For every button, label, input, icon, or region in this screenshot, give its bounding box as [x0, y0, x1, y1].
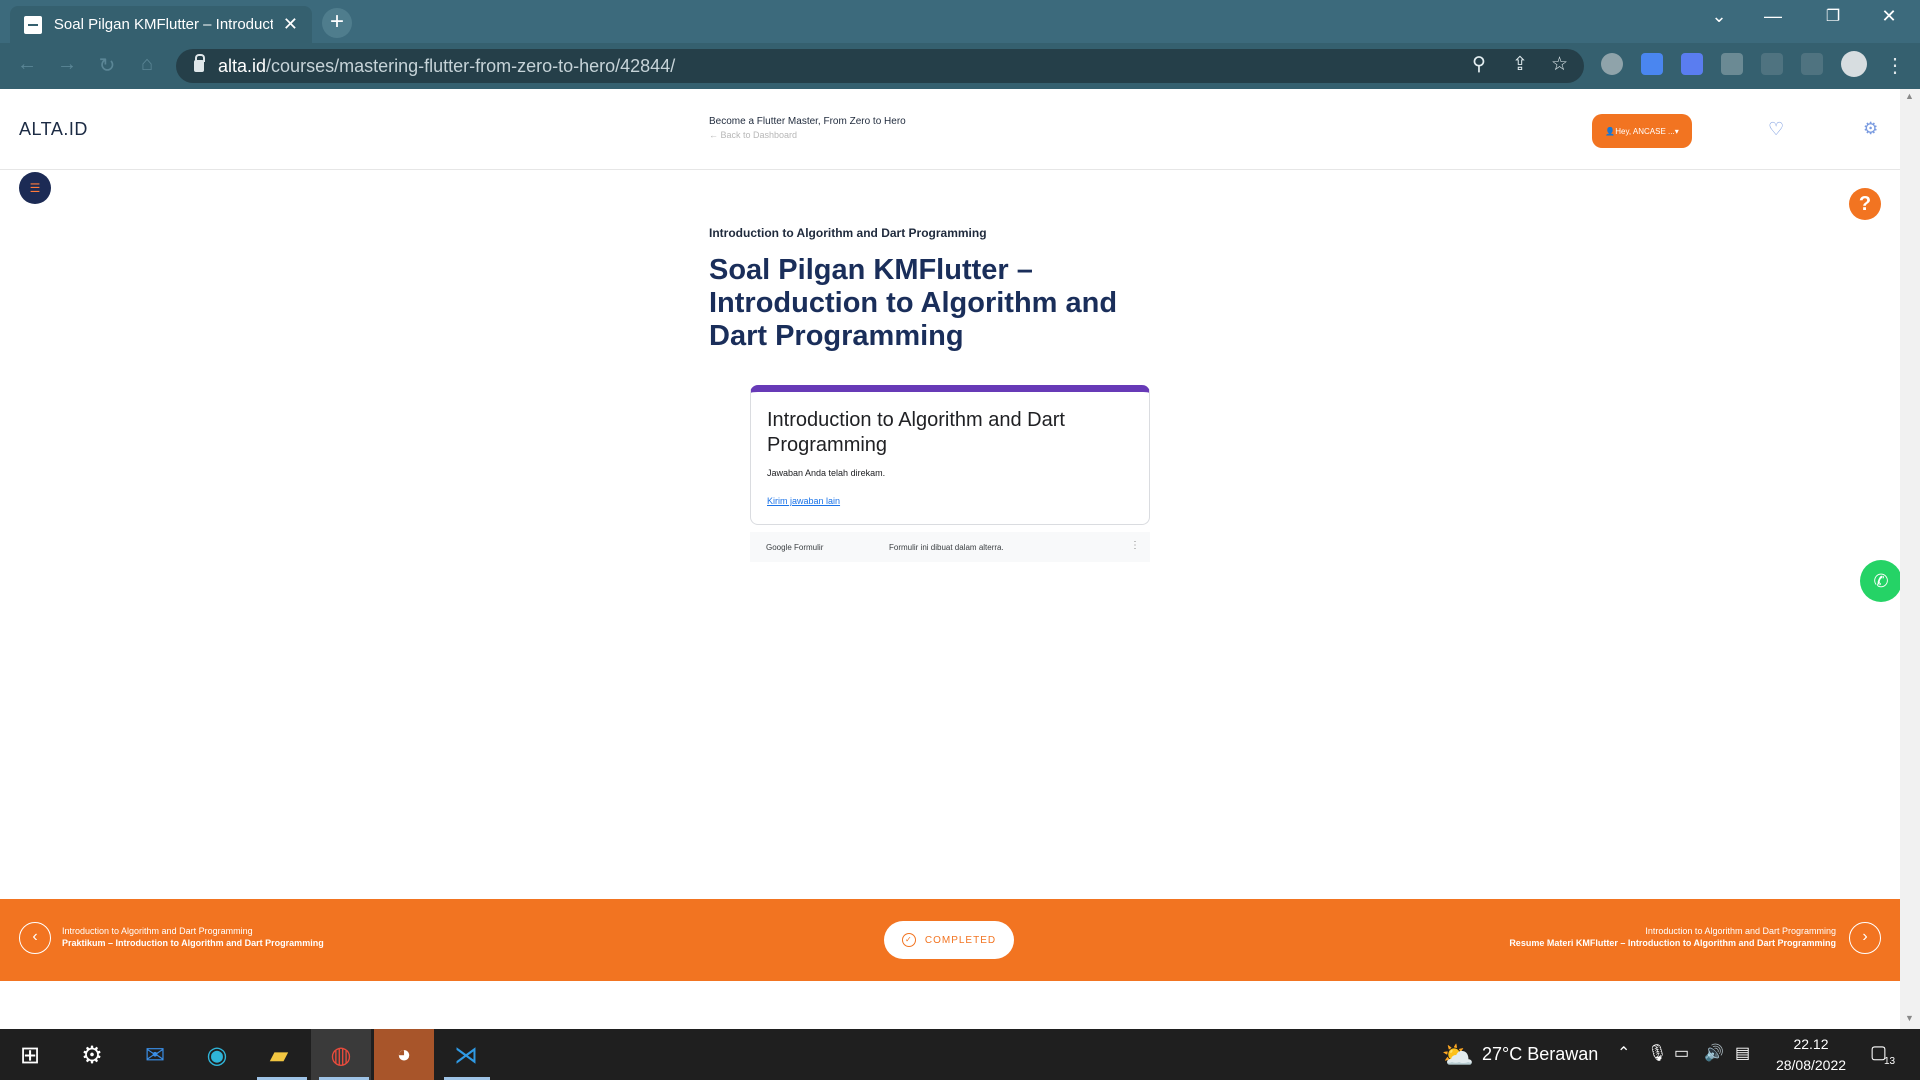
- weather-text[interactable]: 27°C Berawan: [1482, 1044, 1598, 1065]
- taskbar-clock[interactable]: 22.12 28/08/2022: [1766, 1034, 1856, 1076]
- next-lesson-button[interactable]: ›: [1849, 922, 1881, 954]
- lesson-section-title: Introduction to Algorithm and Dart Progr…: [709, 226, 987, 240]
- extension-meet-icon[interactable]: [1681, 53, 1703, 75]
- clock-time: 22.12: [1793, 1036, 1829, 1052]
- site-header: ALTA.ID Become a Flutter Master, From Ze…: [0, 89, 1900, 170]
- close-tab-icon[interactable]: ✕: [283, 14, 298, 35]
- share-icon[interactable]: ⇪: [1512, 53, 1528, 76]
- chevron-right-icon: ›: [1862, 928, 1868, 945]
- lesson-menu-button[interactable]: ☰: [19, 172, 51, 204]
- reading-list-icon[interactable]: [1761, 53, 1783, 75]
- previous-lesson-link[interactable]: Introduction to Algorithm and Dart Progr…: [62, 926, 324, 948]
- extension-music-icon[interactable]: [1601, 53, 1623, 75]
- tab-search-icon[interactable]: ⌄: [1696, 6, 1742, 27]
- page-favicon-icon: [24, 15, 42, 34]
- more-options-icon[interactable]: ⋮: [1130, 540, 1140, 551]
- battery-icon[interactable]: ▭: [1674, 1043, 1689, 1063]
- submit-another-link[interactable]: Kirim jawaban lain: [767, 496, 840, 506]
- microphone-icon[interactable]: 🎙: [1647, 1043, 1667, 1063]
- side-panel-icon[interactable]: [1801, 53, 1823, 75]
- close-window-button[interactable]: ✕: [1866, 6, 1912, 27]
- previous-lesson-section: Introduction to Algorithm and Dart Progr…: [62, 926, 253, 936]
- restore-button[interactable]: ❐: [1810, 6, 1856, 26]
- form-title: Introduction to Algorithm and Dart Progr…: [767, 409, 1065, 456]
- tab-title: Soal Pilgan KMFlutter – Introduct: [53, 16, 273, 33]
- list-icon: ☰: [29, 181, 41, 195]
- next-lesson-title: Resume Materi KMFlutter – Introduction t…: [1509, 938, 1836, 948]
- minimize-button[interactable]: —: [1750, 6, 1796, 27]
- address-bar[interactable]: alta.id/courses/mastering-flutter-from-z…: [176, 49, 1584, 83]
- settings-gear-icon[interactable]: ⚙: [74, 1037, 110, 1073]
- extension-translate-icon[interactable]: [1641, 53, 1663, 75]
- heart-icon[interactable]: ♡: [1768, 119, 1784, 140]
- file-explorer-icon[interactable]: ▰: [261, 1037, 297, 1073]
- scroll-up-arrow-icon[interactable]: ▲: [1905, 91, 1914, 101]
- page-scrollbar[interactable]: ▲ ▼: [1900, 89, 1920, 1029]
- previous-lesson-title: Praktikum – Introduction to Algorithm an…: [62, 938, 324, 948]
- course-title: Become a Flutter Master, From Zero to He…: [709, 116, 906, 127]
- edge-browser-icon[interactable]: ◉: [199, 1037, 235, 1073]
- reload-icon[interactable]: ↻: [92, 53, 122, 78]
- windows-taskbar: ⊞ ⚙ ✉ ◉ ▰ ◍ ◕ ⋊ ⛅ 27°C Berawan ⌃ 🎙 ▭ 🔊 ▤…: [0, 1029, 1920, 1080]
- discord-icon[interactable]: ◕: [386, 1037, 422, 1073]
- form-footer-note: Formulir ini dibuat dalam alterra.: [889, 543, 1004, 552]
- user-icon: 👤: [1605, 126, 1616, 136]
- previous-lesson-button[interactable]: ‹: [19, 922, 51, 954]
- completed-button[interactable]: ✓ COMPLETED: [884, 921, 1014, 959]
- lesson-navigation-bar: ‹ Introduction to Algorithm and Dart Pro…: [0, 899, 1900, 981]
- caret-down-icon: ▾: [1674, 126, 1679, 136]
- scroll-down-arrow-icon[interactable]: ▼: [1905, 1013, 1914, 1023]
- next-lesson-link[interactable]: Introduction to Algorithm and Dart Progr…: [1509, 926, 1836, 948]
- whatsapp-icon: ✆: [1873, 571, 1889, 591]
- lesson-content: Introduction to Algorithm and Dart Progr…: [709, 226, 1169, 353]
- google-form-card: Introduction to Algorithm and Dart Progr…: [750, 385, 1150, 525]
- back-arrow-icon[interactable]: ←: [12, 53, 42, 76]
- volume-icon[interactable]: 🔊: [1704, 1043, 1724, 1063]
- network-icon[interactable]: ▤: [1735, 1043, 1750, 1063]
- vscode-icon[interactable]: ⋊: [448, 1037, 484, 1073]
- gear-icon[interactable]: ⚙: [1863, 119, 1878, 139]
- profile-avatar[interactable]: [1841, 51, 1867, 77]
- lock-icon: [194, 54, 205, 72]
- browser-titlebar: Soal Pilgan KMFlutter – Introduct ✕ + ⌄ …: [0, 0, 1920, 43]
- new-tab-button[interactable]: +: [322, 8, 352, 38]
- browser-toolbar: ← → ↻ ⌂ alta.id/courses/mastering-flutte…: [0, 43, 1920, 89]
- help-button[interactable]: ?: [1849, 188, 1881, 220]
- weather-cloud-icon[interactable]: ⛅: [1440, 1037, 1476, 1073]
- zoom-icon[interactable]: ⚲: [1472, 53, 1486, 76]
- bookmark-star-icon[interactable]: ☆: [1551, 53, 1568, 76]
- url-text: alta.id/courses/mastering-flutter-from-z…: [218, 55, 676, 76]
- browser-menu-icon[interactable]: ⋮: [1880, 53, 1910, 78]
- google-forms-brand: Google Formulir: [766, 543, 824, 552]
- clock-date: 28/08/2022: [1775, 1057, 1847, 1073]
- whatsapp-button[interactable]: ✆: [1860, 560, 1902, 602]
- next-lesson-section: Introduction to Algorithm and Dart Progr…: [1645, 926, 1836, 936]
- notification-count-badge: 13: [1884, 1056, 1896, 1067]
- form-footer: Google Formulir Formulir ini dibuat dala…: [750, 532, 1150, 562]
- form-confirmation: Jawaban Anda telah direkam.: [767, 468, 886, 478]
- completed-label: COMPLETED: [924, 934, 997, 946]
- home-icon[interactable]: ⌂: [132, 53, 162, 76]
- chrome-icon[interactable]: ◍: [323, 1037, 359, 1073]
- back-to-dashboard-link[interactable]: ← Back to Dashboard: [709, 130, 797, 140]
- windows-start-icon[interactable]: ⊞: [12, 1037, 48, 1073]
- extension-icon[interactable]: [1721, 53, 1743, 75]
- browser-tab[interactable]: Soal Pilgan KMFlutter – Introduct ✕: [10, 6, 312, 43]
- lesson-title: Soal Pilgan KMFlutter – Introduction to …: [709, 254, 1118, 352]
- site-logo[interactable]: ALTA.ID: [19, 119, 88, 140]
- forward-arrow-icon[interactable]: →: [52, 53, 82, 76]
- chevron-left-icon: ‹: [32, 928, 38, 945]
- user-menu-button[interactable]: 👤 Hey, ANCASE ... ▾: [1592, 114, 1692, 148]
- mail-icon[interactable]: ✉: [137, 1037, 173, 1073]
- tray-expand-icon[interactable]: ⌃: [1617, 1043, 1630, 1063]
- back-arrow-small-icon: ←: [709, 130, 721, 140]
- question-icon: ?: [1858, 193, 1872, 215]
- check-circle-icon: ✓: [901, 933, 916, 947]
